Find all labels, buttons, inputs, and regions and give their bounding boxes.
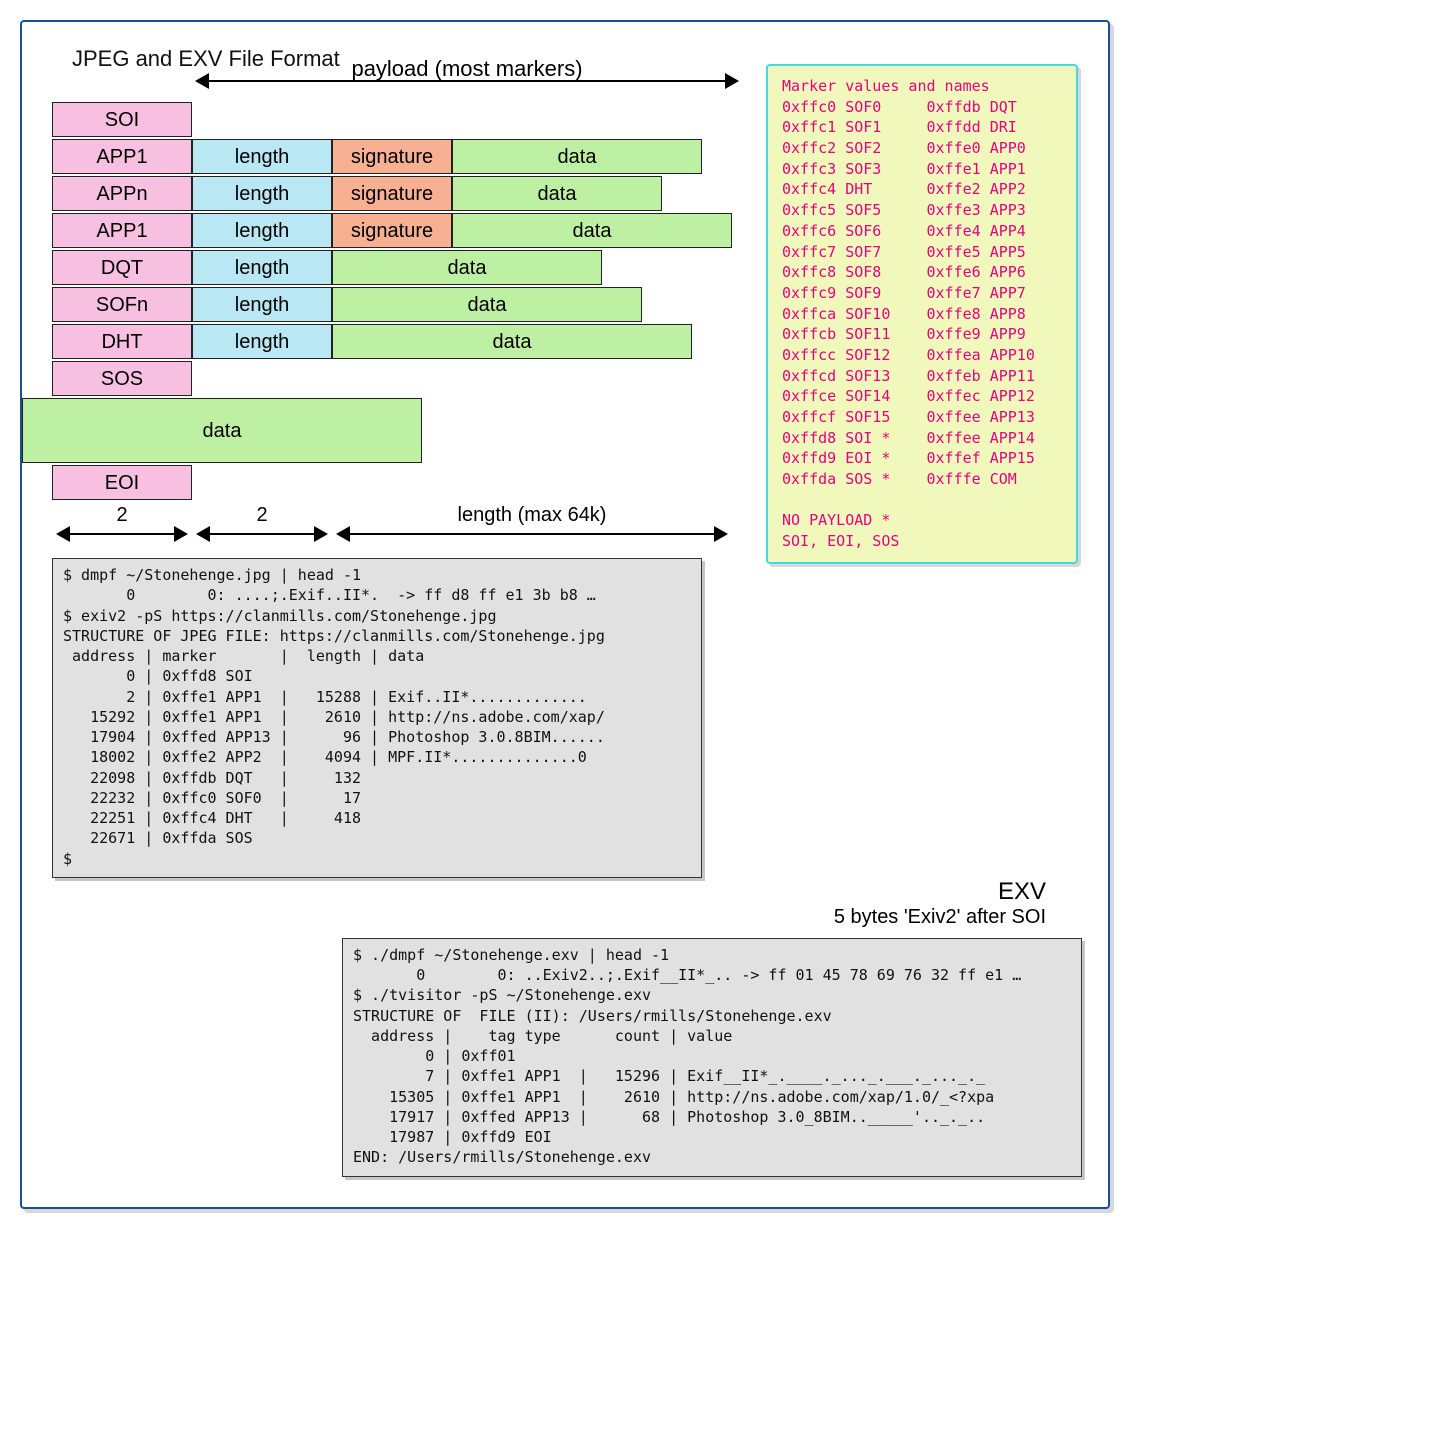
compressed-data-cell: data (22, 398, 422, 463)
width-label: length (max 64k) (332, 504, 732, 527)
payload-arrow (197, 80, 737, 82)
width-label: 2 (52, 504, 192, 527)
width-arrow: 2 (192, 504, 332, 535)
data-cell: data (332, 324, 692, 359)
data-cell: data (332, 287, 642, 322)
width-label: 2 (192, 504, 332, 527)
length-cell: length (192, 324, 332, 359)
signature-cell: signature (332, 213, 452, 248)
diagram-row: SOS (52, 361, 732, 396)
marker-cell: SOS (52, 361, 192, 396)
exv-heading: EXV (998, 878, 1046, 906)
signature-cell: signature (332, 139, 452, 174)
diagram-row: APP1lengthsignaturedata (52, 213, 732, 248)
diagram-row: SOFnlengthdata (52, 287, 732, 322)
length-cell: length (192, 287, 332, 322)
marker-cell: APP1 (52, 139, 192, 174)
width-arrow: 2 (52, 504, 192, 535)
signature-cell: signature (332, 176, 452, 211)
length-cell: length (192, 213, 332, 248)
compressed-data-row: data (22, 398, 732, 463)
data-cell: data (452, 176, 662, 211)
marker-cell: APP1 (52, 213, 192, 248)
width-arrow: length (max 64k) (332, 504, 732, 535)
width-arrows: 22length (max 64k) (52, 504, 732, 535)
marker-table: Marker values and names 0xffc0 SOF0 0xff… (766, 64, 1078, 564)
diagram-row: EOI (52, 465, 732, 500)
diagram-row: APPnlengthsignaturedata (52, 176, 732, 211)
diagram-area: payload (most markers) SOIAPP1lengthsign… (52, 86, 1078, 556)
diagram-row: DHTlengthdata (52, 324, 732, 359)
length-cell: length (192, 139, 332, 174)
marker-cell: SOFn (52, 287, 192, 322)
diagram-row: DQTlengthdata (52, 250, 732, 285)
diagram-row: APP1lengthsignaturedata (52, 139, 732, 174)
data-cell: data (332, 250, 602, 285)
marker-cell: APPn (52, 176, 192, 211)
exv-subheading: 5 bytes 'Exiv2' after SOI (834, 906, 1046, 929)
diagram-row: SOI (52, 102, 732, 137)
layout-diagram: SOIAPP1lengthsignaturedataAPPnlengthsign… (52, 102, 732, 535)
length-cell: length (192, 250, 332, 285)
marker-cell: DHT (52, 324, 192, 359)
marker-cell: EOI (52, 465, 192, 500)
data-cell: data (452, 213, 732, 248)
marker-cell: DQT (52, 250, 192, 285)
document-frame: JPEG and EXV File Format payload (most m… (20, 20, 1110, 1209)
length-cell: length (192, 176, 332, 211)
terminal-exv-dump: $ ./dmpf ~/Stonehenge.exv | head -1 0 0:… (342, 938, 1082, 1177)
marker-cell: SOI (52, 102, 192, 137)
data-cell: data (452, 139, 702, 174)
terminal-jpeg-dump: $ dmpf ~/Stonehenge.jpg | head -1 0 0: .… (52, 558, 702, 878)
payload-label: payload (most markers) (197, 56, 737, 82)
